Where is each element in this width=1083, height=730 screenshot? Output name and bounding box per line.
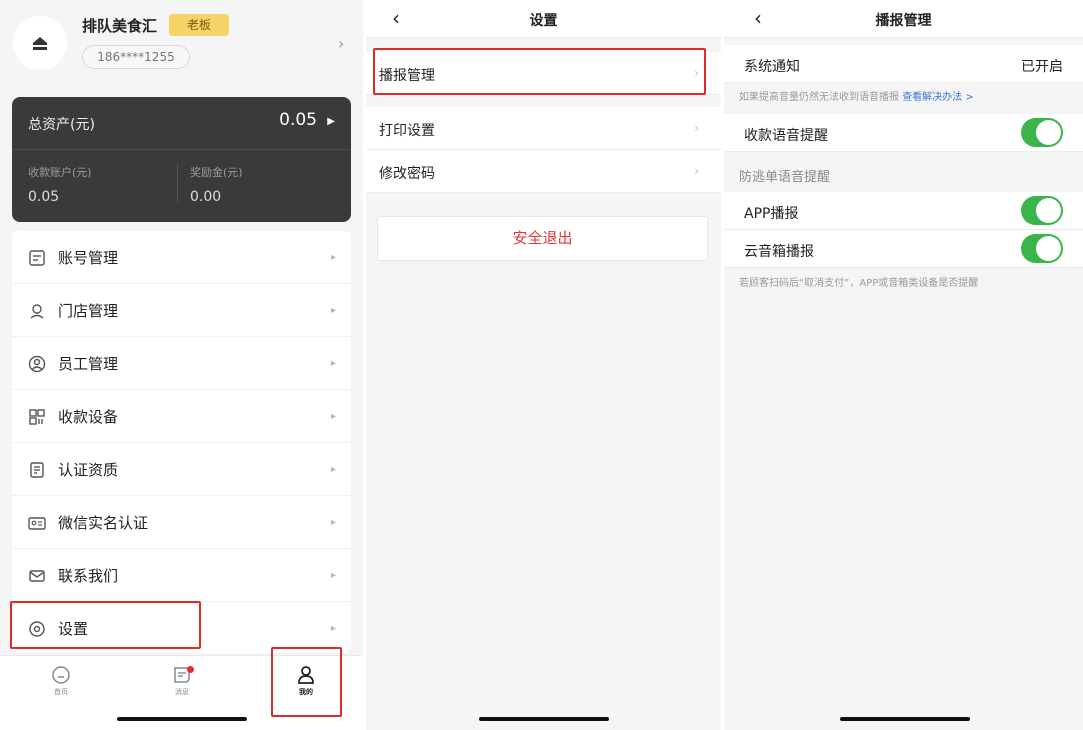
section-title: 防逃单语音提醒 bbox=[739, 170, 831, 185]
menu-item-wechat-verify[interactable]: 微信实名认证 ▸ bbox=[12, 496, 351, 549]
chevron-right-icon: ▸ bbox=[330, 570, 336, 581]
menu-item-device[interactable]: 收款设备 ▸ bbox=[12, 390, 351, 443]
logout-button[interactable]: 安全退出 bbox=[377, 216, 708, 261]
row-label: 播报管理 bbox=[379, 68, 435, 84]
row-label: APP播报 bbox=[744, 206, 799, 222]
menu-item-label: 门店管理 bbox=[58, 302, 119, 320]
tab-label: 消息 bbox=[175, 688, 189, 696]
cloud-speaker-toggle[interactable] bbox=[1021, 234, 1063, 263]
menu-item-label: 设置 bbox=[58, 620, 89, 638]
footer-note: 若顾客扫码后“取消支付”，APP或音箱类设备是否提醒 bbox=[739, 278, 979, 289]
menu-item-contact[interactable]: 联系我们 ▸ bbox=[12, 549, 351, 602]
profile-screen: 排队美食汇 老板 186****1255 › 总资产(元) 0.05 ▶ 收款账… bbox=[0, 0, 363, 730]
volume-note: 如果提高音量仍然无法收到语音播报 查看解决办法 > bbox=[739, 88, 974, 103]
row-label: 系统通知 bbox=[744, 59, 800, 75]
bonus-label: 奖励金(元) bbox=[190, 166, 243, 179]
volume-note-text: 如果提高音量仍然无法收到语音播报 bbox=[739, 92, 899, 103]
divider bbox=[12, 149, 351, 150]
row-label: 修改密码 bbox=[379, 166, 435, 182]
bonus-value: 0.00 bbox=[190, 189, 222, 205]
device-icon bbox=[29, 409, 45, 425]
menu-item-certificate[interactable]: 认证资质 ▸ bbox=[12, 443, 351, 496]
settings-screen: ‹ 设置 播报管理 › 打印设置 › 修改密码 › 安全退出 bbox=[366, 0, 721, 730]
solution-link[interactable]: 查看解决办法 > bbox=[902, 92, 974, 103]
chevron-right-icon: ▸ bbox=[330, 252, 336, 263]
chevron-right-icon: ▸ bbox=[330, 358, 336, 369]
tab-label: 我的 bbox=[299, 688, 313, 696]
app-broadcast-row: APP播报 bbox=[724, 192, 1083, 230]
menu-list: 账号管理 ▸ 门店管理 ▸ 员工管理 ▸ 收款设备 ▸ 认证资质 ▸ 微信实名认… bbox=[12, 231, 351, 653]
certificate-icon bbox=[30, 462, 44, 478]
menu-item-store[interactable]: 门店管理 ▸ bbox=[12, 284, 351, 337]
nav-bar: ‹ 播报管理 bbox=[724, 0, 1083, 38]
row-label: 云音箱播报 bbox=[744, 244, 814, 260]
total-assets-label: 总资产(元) bbox=[28, 117, 95, 133]
user-icon bbox=[298, 666, 314, 684]
chevron-right-icon: › bbox=[694, 121, 699, 135]
store-icon bbox=[30, 304, 44, 319]
app-broadcast-toggle[interactable] bbox=[1021, 196, 1063, 225]
toggle-knob bbox=[1036, 236, 1061, 261]
tab-home[interactable]: 首页 bbox=[11, 656, 111, 706]
tab-mine[interactable]: 我的 bbox=[256, 656, 356, 706]
divider bbox=[177, 164, 178, 202]
payment-voice-toggle[interactable] bbox=[1021, 118, 1063, 147]
nav-bar: ‹ 设置 bbox=[366, 0, 721, 38]
payment-voice-row: 收款语音提醒 bbox=[724, 114, 1083, 152]
chevron-right-icon: › bbox=[694, 164, 699, 178]
staff-icon bbox=[28, 355, 46, 373]
settings-row-password[interactable]: 修改密码 › bbox=[366, 150, 721, 193]
collection-account-value: 0.05 bbox=[28, 189, 60, 205]
store-avatar-icon bbox=[26, 29, 54, 57]
id-card-icon bbox=[28, 517, 46, 530]
chevron-right-icon: › bbox=[694, 66, 699, 80]
menu-item-label: 员工管理 bbox=[58, 355, 119, 373]
chevron-right-icon: ▸ bbox=[330, 411, 336, 422]
play-arrow-icon: ▶ bbox=[327, 116, 335, 127]
assets-card[interactable]: 总资产(元) 0.05 ▶ 收款账户(元) 0.05 奖励金(元) 0.00 bbox=[12, 97, 351, 222]
broadcast-management-screen: ‹ 播报管理 系统通知 已开启 如果提高音量仍然无法收到语音播报 查看解决办法 … bbox=[724, 0, 1083, 730]
page-title: 播报管理 bbox=[875, 13, 932, 29]
chevron-right-icon: ▸ bbox=[330, 517, 336, 528]
cloud-speaker-row: 云音箱播报 bbox=[724, 230, 1083, 268]
gear-icon bbox=[29, 621, 45, 637]
row-label: 打印设置 bbox=[379, 123, 435, 139]
toggle-knob bbox=[1036, 198, 1061, 223]
menu-item-settings[interactable]: 设置 ▸ bbox=[12, 602, 351, 655]
chevron-right-icon: ▸ bbox=[330, 305, 336, 316]
phone-number: 186****1255 bbox=[82, 45, 190, 69]
mail-icon bbox=[29, 570, 45, 582]
total-assets-value: 0.05 bbox=[279, 110, 317, 130]
role-badge: 老板 bbox=[169, 14, 229, 36]
tab-messages[interactable]: 消息 bbox=[132, 656, 232, 706]
row-label: 收款语音提醒 bbox=[744, 128, 828, 144]
tab-label: 首页 bbox=[54, 688, 68, 696]
home-indicator bbox=[479, 717, 609, 721]
notification-dot bbox=[187, 666, 194, 673]
store-name: 排队美食汇 bbox=[82, 17, 158, 35]
home-indicator bbox=[840, 717, 970, 721]
settings-row-print[interactable]: 打印设置 › bbox=[366, 107, 721, 150]
menu-item-label: 账号管理 bbox=[58, 249, 119, 267]
menu-item-label: 微信实名认证 bbox=[58, 514, 149, 532]
account-icon bbox=[29, 250, 45, 266]
collection-account-label: 收款账户(元) bbox=[28, 166, 92, 179]
menu-item-staff[interactable]: 员工管理 ▸ bbox=[12, 337, 351, 390]
menu-item-account[interactable]: 账号管理 ▸ bbox=[12, 231, 351, 284]
toggle-knob bbox=[1036, 120, 1061, 145]
chevron-right-icon: ▸ bbox=[330, 464, 336, 475]
system-notice-status: 已开启 bbox=[1021, 59, 1063, 75]
profile-header[interactable]: 排队美食汇 老板 186****1255 › bbox=[0, 0, 363, 95]
menu-item-label: 联系我们 bbox=[58, 567, 119, 585]
chevron-right-icon: ▸ bbox=[330, 623, 336, 634]
system-notice-row[interactable]: 系统通知 已开启 bbox=[724, 45, 1083, 83]
chevron-right-icon[interactable]: › bbox=[338, 34, 344, 53]
menu-item-label: 认证资质 bbox=[58, 461, 119, 479]
page-title: 设置 bbox=[529, 13, 558, 29]
menu-item-label: 收款设备 bbox=[58, 408, 119, 426]
settings-row-broadcast[interactable]: 播报管理 › bbox=[366, 52, 721, 95]
home-indicator bbox=[117, 717, 247, 721]
home-icon bbox=[52, 666, 70, 684]
